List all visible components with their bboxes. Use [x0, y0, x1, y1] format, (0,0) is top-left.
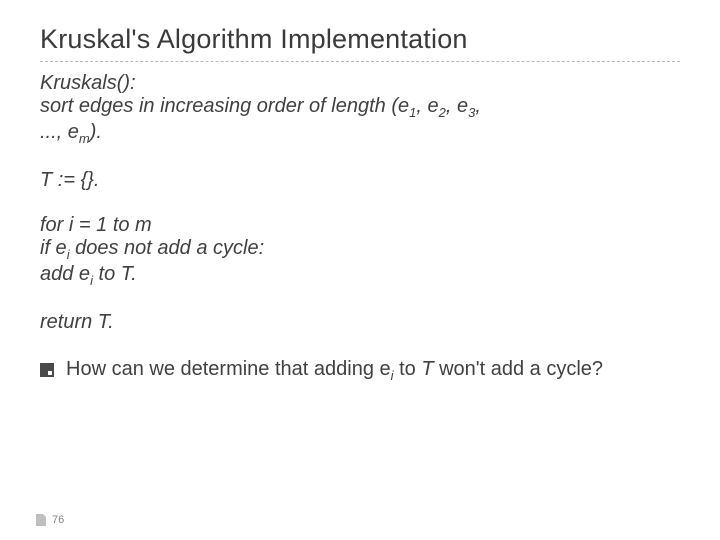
algo-init: T := {}.: [40, 169, 680, 192]
algo-sort-line2: ..., em).: [40, 121, 680, 147]
t: to T.: [93, 263, 137, 285]
t: won't add a cycle?: [434, 358, 603, 380]
slide-footer: 76: [36, 514, 64, 526]
sub-m: m: [79, 131, 90, 146]
algo-fn: Kruskals():: [40, 72, 680, 95]
slide-title: Kruskal's Algorithm Implementation: [40, 24, 680, 55]
spacer: [40, 147, 680, 169]
t-italic: T: [421, 358, 433, 380]
page-number: 76: [52, 514, 64, 526]
t: if e: [40, 237, 67, 259]
sub-2: 2: [439, 105, 446, 120]
title-divider: [40, 61, 680, 62]
algo-return: return T.: [40, 311, 680, 334]
spacer: [40, 192, 680, 214]
algo-sort-line1: sort edges in increasing order of length…: [40, 95, 680, 121]
t: ..., e: [40, 121, 79, 143]
slide-body: Kruskals(): sort edges in increasing ord…: [40, 72, 680, 384]
spacer: [40, 289, 680, 311]
t: ,: [475, 95, 481, 117]
algo-if: if ei does not add a cycle:: [40, 237, 680, 263]
page-icon: [36, 514, 46, 526]
t: add e: [40, 263, 90, 285]
t: to: [394, 358, 422, 380]
slide: Kruskal's Algorithm Implementation Krusk…: [0, 0, 720, 540]
t: does not add a cycle:: [70, 237, 265, 259]
t: ).: [90, 121, 102, 143]
algo-add: add ei to T.: [40, 263, 680, 289]
t: sort edges in increasing order of length…: [40, 95, 409, 117]
bullet-text: How can we determine that adding ei to T…: [66, 358, 603, 384]
t: , e: [446, 95, 468, 117]
t: How can we determine that adding e: [66, 358, 391, 380]
algo-for: for i = 1 to m: [40, 214, 680, 237]
bullet-icon: [40, 363, 54, 377]
t: , e: [416, 95, 438, 117]
bullet-item: How can we determine that adding ei to T…: [40, 358, 680, 384]
